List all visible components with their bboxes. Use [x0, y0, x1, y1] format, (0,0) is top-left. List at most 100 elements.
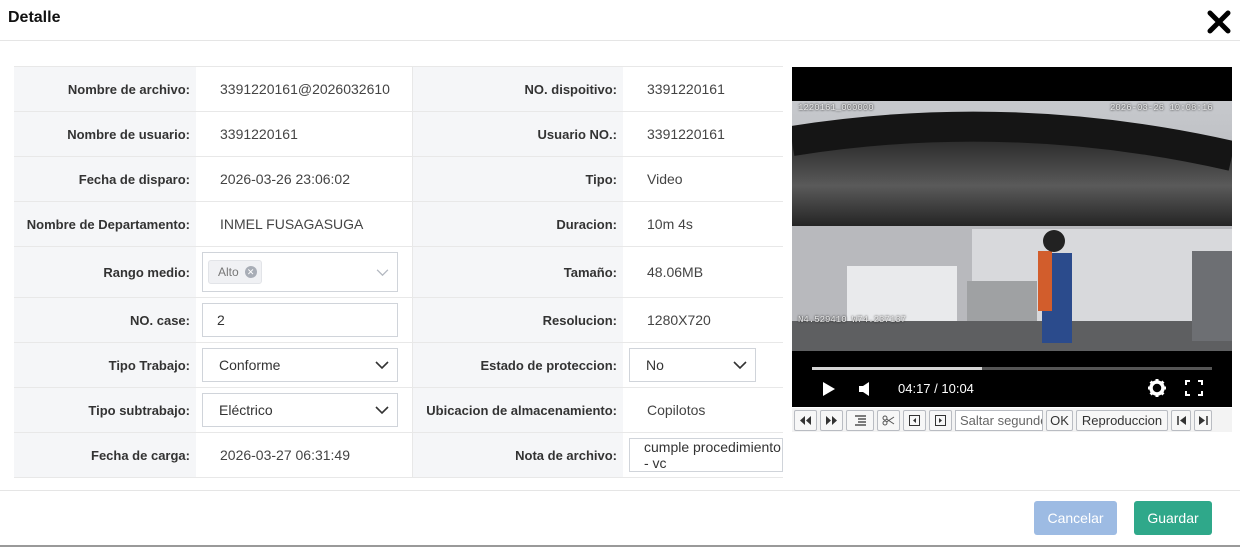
form-row: Nombre de usuario: 3391220161 Usuario NO… [14, 112, 783, 157]
work-type-cell: Conforme [196, 343, 413, 387]
dialog-title: Detalle [8, 9, 61, 26]
cancel-button[interactable]: Cancelar [1034, 501, 1117, 535]
dialog-footer: Cancelar Guardar [0, 490, 1240, 546]
size-value: 48.06MB [647, 264, 704, 280]
range-tag-label: Alto [218, 265, 239, 279]
skip-start-icon [1176, 415, 1186, 425]
user-name-label: Nombre de usuario: [14, 112, 196, 156]
prev-frame-icon [909, 414, 920, 426]
form-row: Tipo subtrabajo: Eléctrico Ubicacion de … [14, 388, 783, 433]
chevron-down-icon [376, 268, 389, 276]
sub-work-type-label: Tipo subtrabajo: [14, 388, 196, 432]
work-type-select[interactable]: Conforme [202, 348, 398, 382]
department-value: INMEL FUSAGASUGA [196, 202, 413, 246]
department-label: Nombre de Departamento: [14, 202, 196, 246]
case-no-cell: 2 [196, 298, 413, 342]
size-label: Tamaño: [413, 247, 623, 297]
case-no-label: NO. case: [14, 298, 196, 342]
form-row: Tipo Trabajo: Conforme Estado de protecc… [14, 343, 783, 388]
sub-work-type-cell: Eléctrico [196, 388, 413, 432]
player-toolbar: Saltar segundos OK Reproduccion [792, 408, 1232, 432]
user-no-label: Usuario NO.: [413, 112, 623, 156]
video-frame [792, 101, 1232, 351]
user-no-value: 3391220161 [647, 126, 725, 142]
form-row: Nombre de Departamento: INMEL FUSAGASUGA… [14, 202, 783, 247]
list-icon [854, 414, 866, 426]
duration-label: Duracion: [413, 202, 623, 246]
trigger-date-value: 2026-03-26 23:06:02 [196, 157, 413, 201]
file-name-label: Nombre de archivo: [14, 67, 196, 111]
chevron-down-icon [375, 406, 389, 415]
case-no-input[interactable]: 2 [202, 303, 398, 337]
form-row: Fecha de disparo: 2026-03-26 23:06:02 Ti… [14, 157, 783, 202]
range-multiselect[interactable]: Alto ✕ [202, 252, 398, 292]
ok-button[interactable]: OK [1046, 409, 1073, 431]
storage-value: Copilotos [647, 402, 706, 418]
range-tag: Alto ✕ [208, 260, 262, 284]
protection-cell: No [623, 343, 783, 387]
first-button[interactable] [1171, 409, 1191, 431]
settings-gear-icon[interactable] [1147, 378, 1167, 398]
resolution-label: Resolucion: [413, 298, 623, 342]
rewind-button[interactable] [794, 409, 817, 431]
playback-button[interactable]: Reproduccion [1076, 409, 1168, 431]
file-note-cell: cumple procedimiento - vc [623, 433, 783, 477]
file-name-value: 3391220161@2026032610 [196, 67, 413, 111]
dialog-header: Detalle [0, 0, 1240, 41]
protection-selected: No [646, 357, 664, 373]
detail-form: Nombre de archivo: 3391220161@2026032610… [14, 66, 783, 478]
rewind-icon [800, 415, 811, 425]
device-no-label: NO. dispoitivo: [413, 67, 623, 111]
next-frame-button[interactable] [929, 409, 952, 431]
protection-label: Estado de proteccion: [413, 343, 623, 387]
fast-forward-button[interactable] [820, 409, 843, 431]
resolution-value: 1280X720 [647, 312, 711, 328]
chevron-down-icon [375, 361, 389, 370]
osd-timestamp: 2026-03-26 10:08:16 [1110, 103, 1213, 113]
prev-frame-button[interactable] [903, 409, 926, 431]
close-icon[interactable] [1206, 9, 1232, 35]
fullscreen-icon[interactable] [1185, 380, 1203, 396]
user-name-value: 3391220161 [196, 112, 413, 156]
form-row: Rango medio: Alto ✕ Tamaño: 48.06MB [14, 247, 783, 298]
type-label: Tipo: [413, 157, 623, 201]
osd-coordinates: N4.529410 W74.237137 [798, 315, 907, 325]
sub-work-type-selected: Eléctrico [219, 402, 273, 418]
last-button[interactable] [1194, 409, 1212, 431]
playlist-button[interactable] [846, 409, 874, 431]
osd-device-id: 1220161_000000 [798, 103, 874, 113]
video-progress-bar[interactable] [812, 367, 1212, 370]
video-player[interactable]: 1220161_000000 2026-03-26 10:08:16 N4.52… [792, 67, 1232, 407]
fast-forward-icon [826, 415, 837, 425]
storage-label: Ubicacion de almacenamiento: [413, 388, 623, 432]
video-progress-fill [812, 367, 982, 370]
form-row: Nombre de archivo: 3391220161@2026032610… [14, 67, 783, 112]
file-note-label: Nota de archivo: [413, 433, 623, 477]
protection-select[interactable]: No [629, 348, 756, 382]
device-no-value: 3391220161 [647, 81, 725, 97]
range-cell: Alto ✕ [196, 247, 413, 297]
chevron-down-icon [733, 361, 747, 370]
remove-tag-icon[interactable]: ✕ [244, 266, 257, 278]
save-button[interactable]: Guardar [1134, 501, 1212, 535]
work-type-selected: Conforme [219, 357, 281, 373]
clip-button[interactable] [877, 409, 900, 431]
type-value: Video [647, 171, 683, 187]
play-icon[interactable] [822, 381, 836, 397]
volume-icon[interactable] [858, 381, 872, 397]
range-label: Rango medio: [14, 247, 196, 297]
form-row: Fecha de carga: 2026-03-27 06:31:49 Nota… [14, 433, 783, 478]
playback-time: 04:17 / 10:04 [898, 381, 974, 396]
duration-value: 10m 4s [647, 216, 693, 232]
sub-work-type-select[interactable]: Eléctrico [202, 393, 398, 427]
jump-seconds-input[interactable]: Saltar segundos [955, 409, 1043, 431]
upload-date-value: 2026-03-27 06:31:49 [196, 433, 413, 477]
next-frame-icon [935, 414, 946, 426]
trigger-date-label: Fecha de disparo: [14, 157, 196, 201]
upload-date-label: Fecha de carga: [14, 433, 196, 477]
work-type-label: Tipo Trabajo: [14, 343, 196, 387]
skip-end-icon [1198, 415, 1208, 425]
form-row: NO. case: 2 Resolucion: 1280X720 [14, 298, 783, 343]
file-note-input[interactable]: cumple procedimiento - vc [629, 438, 783, 472]
scissors-icon [882, 415, 895, 425]
